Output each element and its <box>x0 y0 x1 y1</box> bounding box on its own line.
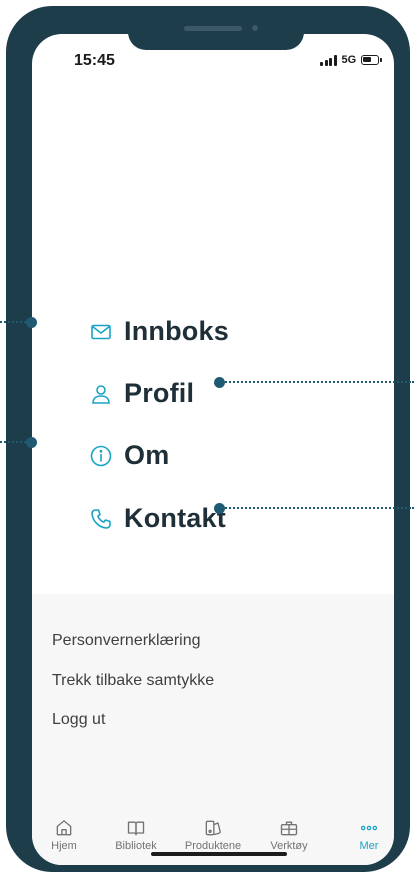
tab-hjem[interactable]: Hjem <box>32 818 100 852</box>
status-indicators: 5G <box>320 54 383 66</box>
home-indicator <box>151 852 287 856</box>
more-icon <box>333 818 394 838</box>
menu-label: Om <box>124 440 170 470</box>
tab-mer[interactable]: Mer <box>333 818 394 852</box>
annotation-line-profil <box>222 381 414 383</box>
toolbox-icon <box>253 818 325 838</box>
mail-icon <box>88 319 114 345</box>
menu-item-kontakt[interactable]: Kontakt <box>88 503 226 534</box>
tab-label: Produktene <box>184 840 242 852</box>
speaker-grille <box>184 26 242 31</box>
withdraw-consent-link[interactable]: Trekk tilbake samtykke <box>52 672 214 690</box>
annotation-dot-innboks <box>26 317 37 328</box>
tab-label: Verktøy <box>270 840 308 852</box>
menu-label: Kontakt <box>124 503 226 533</box>
phone-frame: 15:45 5G Innboks Profil Om Kontakt Perso… <box>6 6 410 872</box>
privacy-link[interactable]: Personvernerklæring <box>52 632 201 650</box>
user-icon <box>88 381 114 407</box>
tab-label: Mer <box>359 840 379 852</box>
phone-notch <box>128 12 304 50</box>
phone-screen: 15:45 5G Innboks Profil Om Kontakt Perso… <box>32 34 394 865</box>
secondary-section: Personvernerklæring Trekk tilbake samtyk… <box>32 594 394 804</box>
tab-verktoy[interactable]: Verktøy <box>253 818 325 852</box>
menu-item-om[interactable]: Om <box>88 440 169 471</box>
camera-icon <box>252 25 258 31</box>
book-icon <box>100 818 172 838</box>
status-time: 15:45 <box>74 52 115 69</box>
phone-icon <box>88 506 114 532</box>
menu-label: Innboks <box>124 316 229 346</box>
battery-icon <box>361 55 383 65</box>
signal-icon <box>320 54 337 66</box>
tab-label: Hjem <box>51 840 77 852</box>
annotation-dot-om <box>26 437 37 448</box>
tab-produktene[interactable]: Produktene <box>177 818 249 852</box>
annotation-line-kontakt <box>222 507 414 509</box>
network-type: 5G <box>341 54 357 66</box>
tab-bibliotek[interactable]: Bibliotek <box>100 818 172 852</box>
menu-item-innboks[interactable]: Innboks <box>88 316 229 347</box>
home-icon <box>32 818 100 838</box>
menu-label: Profil <box>124 378 195 408</box>
tab-label: Bibliotek <box>115 840 157 852</box>
menu-item-profil[interactable]: Profil <box>88 378 194 409</box>
logout-link[interactable]: Logg ut <box>52 711 105 729</box>
info-icon <box>88 443 114 469</box>
products-icon <box>177 818 249 838</box>
